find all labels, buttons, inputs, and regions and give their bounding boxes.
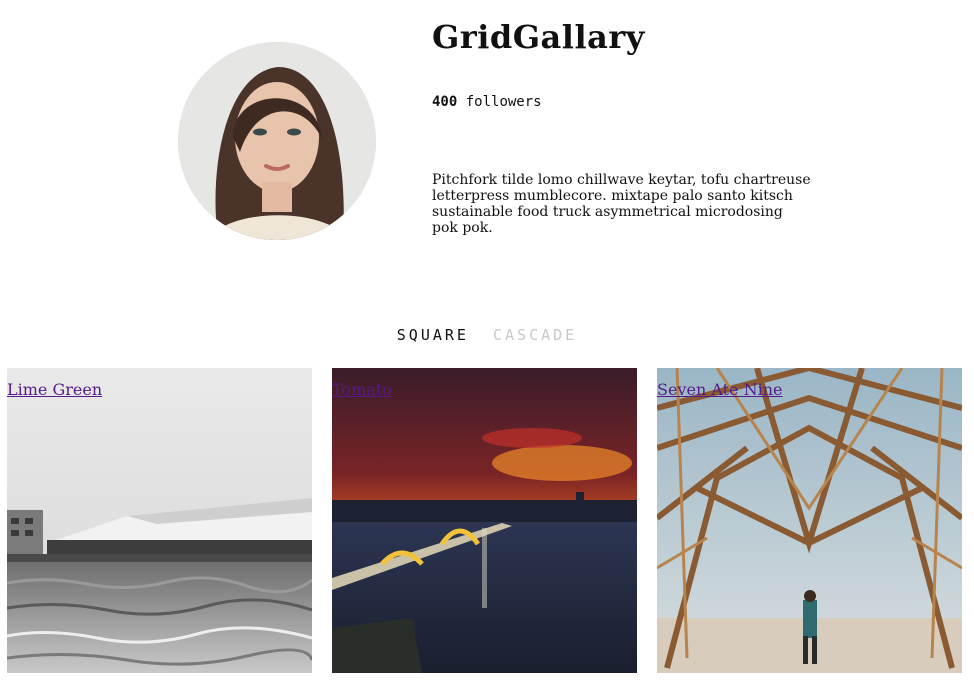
gallery-tile[interactable]: Lime Green xyxy=(7,368,312,673)
page-title: GridGallary xyxy=(432,18,645,56)
profile-page: GridGallary 400 followers Pitchfork tild… xyxy=(0,0,974,684)
view-tabs: SQUARE CASCADE xyxy=(0,326,974,344)
gallery-image xyxy=(332,368,637,673)
avatar xyxy=(178,42,376,240)
gallery-tile[interactable]: Tomato xyxy=(332,368,637,673)
tile-link[interactable]: Lime Green xyxy=(7,380,102,399)
avatar-image xyxy=(178,42,376,240)
gallery-image xyxy=(7,368,312,673)
followers-count: 400 followers xyxy=(432,94,542,110)
gallery-tile[interactable]: Seven Ate Nine xyxy=(657,368,962,673)
followers-label: followers xyxy=(465,94,542,110)
gallery-image xyxy=(657,368,962,673)
tab-square[interactable]: SQUARE xyxy=(397,326,469,344)
tab-cascade[interactable]: CASCADE xyxy=(493,326,577,344)
gallery-grid: Lime Green Tomato Seven Ate Nine xyxy=(0,368,974,674)
tile-link[interactable]: Seven Ate Nine xyxy=(657,380,782,399)
tile-link[interactable]: Tomato xyxy=(332,380,392,399)
followers-number: 400 xyxy=(432,94,458,110)
bio-text: Pitchfork tilde lomo chillwave keytar, t… xyxy=(432,172,811,236)
